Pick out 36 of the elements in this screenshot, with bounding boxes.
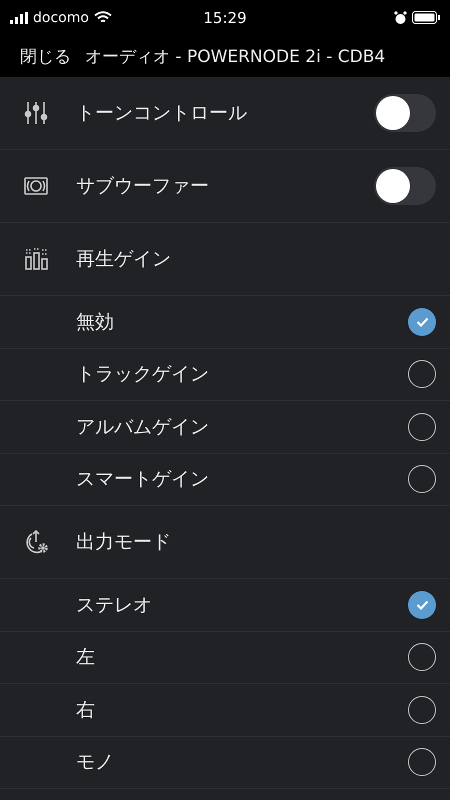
radio-button[interactable] — [408, 748, 436, 776]
option-label[interactable]: 右 — [24, 696, 408, 723]
alarm-icon — [394, 10, 407, 24]
radio-button[interactable] — [408, 412, 436, 441]
wifi-icon — [94, 11, 112, 24]
radio-button[interactable] — [408, 308, 436, 336]
speaker-icon — [24, 176, 48, 196]
level-meters-icon — [24, 247, 48, 271]
clock-time: 15:29 — [203, 8, 247, 26]
radio-button[interactable] — [408, 696, 436, 724]
radio-button[interactable] — [408, 643, 436, 672]
close-link[interactable]: 閉じる — [20, 44, 71, 68]
signal-icon — [10, 12, 28, 24]
power-gear-icon — [24, 529, 50, 555]
setting-label: トーンコントロール — [76, 101, 248, 126]
carrier-name: docomo — [33, 10, 89, 26]
checkmark-icon — [416, 316, 428, 327]
section-heading: 再生ゲイン — [76, 247, 172, 272]
option-label[interactable]: 無効 — [24, 308, 408, 335]
option-label[interactable]: スマートゲイン — [24, 466, 408, 492]
battery-icon — [412, 11, 440, 24]
option-label[interactable]: モノ — [24, 749, 408, 776]
screen-title: オーディオ - POWERNODE 2i - CDB4 — [85, 46, 386, 68]
option-label[interactable]: ステレオ — [24, 592, 408, 618]
toggle-switch[interactable] — [374, 94, 436, 132]
sliders-icon — [24, 100, 48, 126]
toggle-switch[interactable] — [374, 167, 436, 205]
setting-label: サブウーファー — [76, 174, 210, 199]
option-label[interactable]: トラックゲイン — [24, 361, 408, 388]
radio-button[interactable] — [408, 590, 436, 619]
option-label[interactable]: アルバムゲイン — [24, 414, 408, 440]
checkmark-icon — [416, 600, 428, 610]
radio-button[interactable] — [408, 465, 436, 494]
section-heading: 出力モード — [76, 530, 172, 555]
radio-button[interactable] — [408, 360, 436, 388]
option-label[interactable]: 左 — [24, 644, 408, 670]
